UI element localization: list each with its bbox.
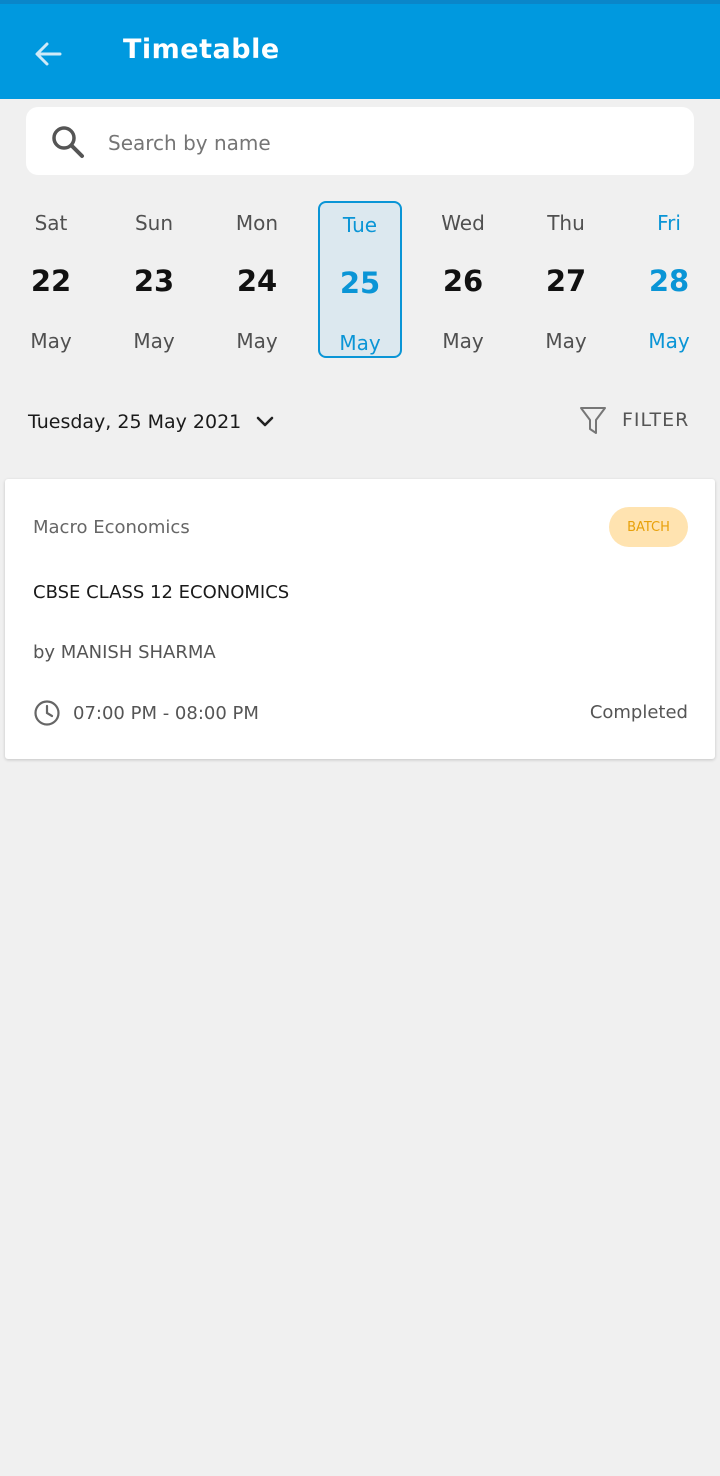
clock-icon xyxy=(34,700,60,726)
day-thu[interactable]: Thu 27 May xyxy=(524,201,608,358)
session-subject: Macro Economics xyxy=(33,517,190,538)
day-name: Thu xyxy=(547,211,585,235)
day-number: 25 xyxy=(339,266,381,300)
day-fri[interactable]: Fri 28 May xyxy=(627,201,711,358)
search-input[interactable] xyxy=(108,123,668,163)
selected-date-label: Tuesday, 25 May 2021 xyxy=(28,411,242,433)
day-name: Mon xyxy=(235,211,279,235)
filter-label: FILTER xyxy=(622,409,690,431)
day-number: 23 xyxy=(133,264,175,298)
session-teacher: by MANISH SHARMA xyxy=(33,642,216,663)
day-number: 22 xyxy=(30,264,72,298)
day-name: Tue xyxy=(342,213,378,237)
day-number: 26 xyxy=(442,264,484,298)
day-month: May xyxy=(339,331,381,355)
day-month: May xyxy=(648,329,690,353)
day-number: 24 xyxy=(236,264,278,298)
session-course: CBSE CLASS 12 ECONOMICS xyxy=(33,582,290,603)
day-name: Wed xyxy=(441,211,485,235)
day-month: May xyxy=(545,329,587,353)
batch-badge: BATCH xyxy=(609,507,688,547)
date-dropdown[interactable]: Tuesday, 25 May 2021 xyxy=(28,404,275,440)
day-sat[interactable]: Sat 22 May xyxy=(9,201,93,358)
search-icon xyxy=(52,126,84,158)
day-number: 27 xyxy=(545,264,587,298)
day-tue-selected[interactable]: Tue 25 May xyxy=(318,201,402,358)
session-card[interactable]: Macro Economics BATCH CBSE CLASS 12 ECON… xyxy=(5,479,715,759)
arrow-left-icon xyxy=(35,42,62,66)
page-title: Timetable xyxy=(123,34,280,65)
back-button[interactable] xyxy=(24,30,72,78)
day-sun[interactable]: Sun 23 May xyxy=(112,201,196,358)
day-name: Fri xyxy=(657,211,681,235)
filter-button[interactable]: FILTER xyxy=(578,402,689,438)
app-bar: Timetable xyxy=(0,4,720,99)
session-status: Completed xyxy=(589,702,688,723)
funnel-icon xyxy=(580,407,606,434)
day-month: May xyxy=(442,329,484,353)
day-name: Sat xyxy=(34,211,68,235)
day-number: 28 xyxy=(648,264,690,298)
day-wed[interactable]: Wed 26 May xyxy=(421,201,505,358)
day-mon[interactable]: Mon 24 May xyxy=(215,201,299,358)
chevron-down-icon xyxy=(256,416,274,427)
day-month: May xyxy=(236,329,278,353)
session-time: 07:00 PM - 08:00 PM xyxy=(73,702,259,724)
day-month: May xyxy=(133,329,175,353)
day-month: May xyxy=(30,329,72,353)
day-name: Sun xyxy=(134,211,174,235)
session-time-row: 07:00 PM - 08:00 PM xyxy=(33,699,259,727)
